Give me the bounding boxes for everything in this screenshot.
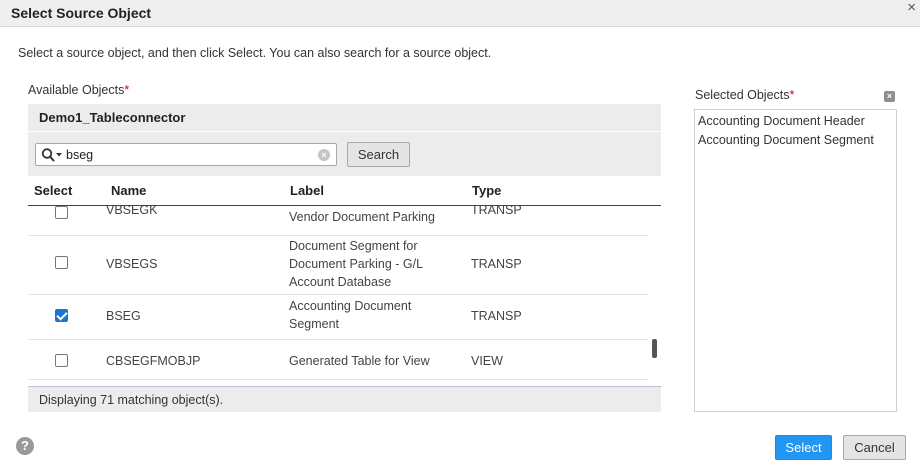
search-button[interactable]: Search <box>347 142 410 167</box>
row-checkbox[interactable] <box>55 256 68 269</box>
dialog-title-bar: Select Source Object × <box>0 0 920 27</box>
instructions-text: Select a source object, and then click S… <box>18 46 492 60</box>
row-type: TRANSP <box>471 257 522 271</box>
selected-objects-list[interactable]: Accounting Document Header Accounting Do… <box>694 109 897 412</box>
cancel-button[interactable]: Cancel <box>843 435 906 460</box>
row-label: Vendor Document Parking <box>289 210 435 224</box>
objects-table: VBSEGK Vendor Document Parking TRANSP VB… <box>28 206 661 386</box>
row-checkbox[interactable] <box>55 354 68 367</box>
row-label-line: Document Segment for <box>289 239 418 253</box>
required-marker: * <box>789 88 795 102</box>
clear-circle-x-icon[interactable]: × <box>318 149 330 161</box>
row-label-line: Document Parking - G/L <box>289 257 424 271</box>
select-button[interactable]: Select <box>775 435 832 460</box>
dialog-title: Select Source Object <box>11 5 152 21</box>
row-name: VBSEGK <box>106 206 158 217</box>
box-x-icon[interactable]: × <box>884 91 895 102</box>
row-checkbox-checked[interactable] <box>55 309 68 322</box>
row-label-line: Accounting Document <box>289 299 412 313</box>
column-header-type[interactable]: Type <box>472 183 501 198</box>
row-name: VBSEGS <box>106 257 158 271</box>
column-header-label[interactable]: Label <box>290 183 324 198</box>
table-row[interactable]: VBSEGK Vendor Document Parking TRANSP <box>28 206 648 236</box>
row-type: TRANSP <box>471 309 522 323</box>
table-row[interactable]: VBSEGS Document Segment for Document Par… <box>28 236 648 295</box>
row-name: BSEG <box>106 309 141 323</box>
column-header-select: Select <box>34 183 73 198</box>
required-marker: * <box>124 83 130 97</box>
row-label-line: Segment <box>289 317 340 331</box>
search-field[interactable]: × <box>35 143 337 166</box>
table-row[interactable]: CBSEGFMOBJP Generated Table for View VIE… <box>28 340 648 380</box>
row-name: CBSEGFMOBJP <box>106 354 201 368</box>
connection-name: Demo1_Tableconnector <box>39 110 186 125</box>
column-header-name[interactable]: Name <box>111 183 146 198</box>
table-scrollbar-thumb[interactable] <box>652 339 657 358</box>
table-row[interactable]: BSEG Accounting Document Segment TRANSP <box>28 295 648 340</box>
results-count-text: Displaying 71 matching object(s). <box>39 393 224 407</box>
search-input[interactable] <box>66 146 314 163</box>
row-checkbox[interactable] <box>55 206 68 219</box>
selected-objects-label: Selected Objects* <box>695 88 795 102</box>
row-type: VIEW <box>471 354 503 368</box>
available-objects-label: Available Objects* <box>28 83 130 97</box>
panel-divider <box>28 131 661 132</box>
question-circle-icon[interactable]: ? <box>16 437 34 455</box>
close-icon[interactable]: × <box>907 0 916 15</box>
row-type: TRANSP <box>471 206 522 217</box>
selected-item[interactable]: Accounting Document Header <box>698 114 865 128</box>
row-label-line: Account Database <box>289 275 392 289</box>
magnifier-with-dropdown-icon[interactable] <box>41 147 63 163</box>
row-label: Generated Table for View <box>289 354 430 368</box>
results-status-bar: Displaying 71 matching object(s). <box>28 386 661 412</box>
selected-item[interactable]: Accounting Document Segment <box>698 133 874 147</box>
